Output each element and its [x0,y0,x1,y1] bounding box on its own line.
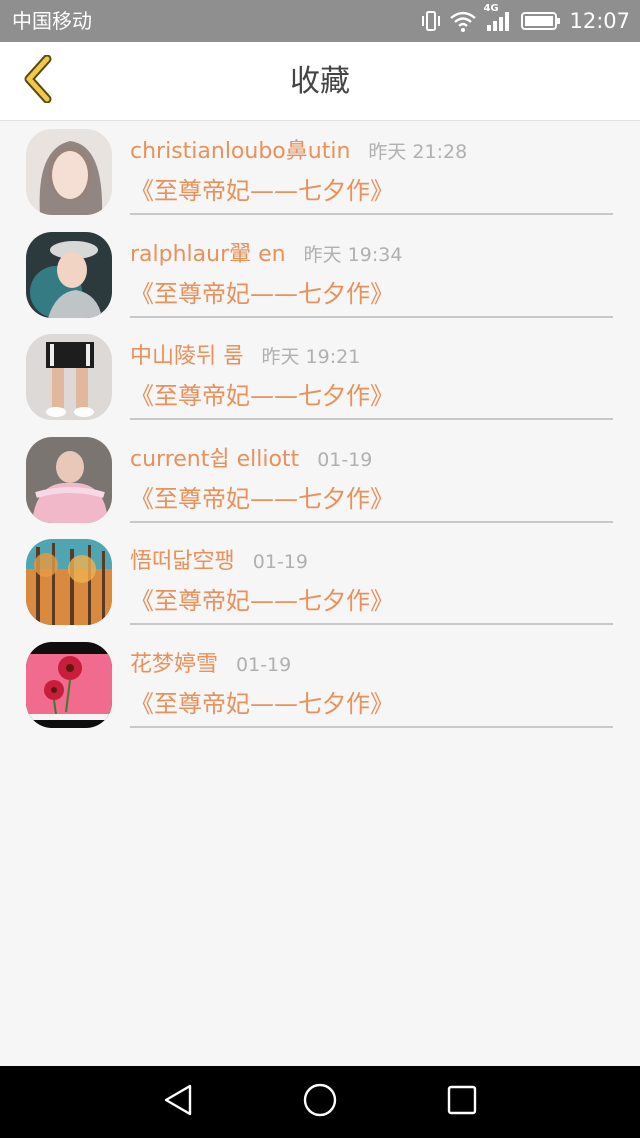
post-title: 《至尊帝妃——七夕作》 [130,587,394,615]
item-content: current쉽 elliott 01-19 《至尊帝妃——七夕作》 [130,429,613,523]
author-name: 悟떠닯空팽 [130,549,235,574]
post-title: 《至尊帝妃——七夕作》 [130,382,394,410]
network-type: 4G [483,3,499,14]
list-item[interactable]: ralphlaur翬 en 昨天 19:34 《至尊帝妃——七夕作》 [0,224,640,327]
vibrate-icon [419,9,443,33]
signal-icon: 4G [483,3,511,33]
item-content: christianloubo鼻utin 昨天 21:28 《至尊帝妃——七夕作》 [130,121,613,215]
author-name: ralphlaur翬 en [130,241,286,267]
item-content: 中山陵뒤 룸 昨天 19:21 《至尊帝妃——七夕作》 [130,326,613,420]
timestamp: 01-19 [317,448,373,471]
nav-recents-button[interactable] [440,1080,484,1124]
author-name: current쉽 elliott [130,446,300,472]
post-title: 《至尊帝妃——七夕作》 [130,484,394,513]
nav-back-icon [162,1083,194,1121]
timestamp: 昨天 19:21 [261,346,361,368]
avatar [26,641,112,728]
avatar [26,539,112,625]
post-title: 《至尊帝妃——七夕作》 [130,279,394,308]
nav-home-button[interactable] [298,1080,342,1124]
list-item[interactable]: 悟떠닯空팽 01-19 《至尊帝妃——七夕作》 [0,531,640,634]
page-title: 收藏 [290,64,350,99]
timestamp: 昨天 21:28 [368,141,468,163]
item-content: 花梦婷雪 01-19 《至尊帝妃——七夕作》 [130,634,613,728]
author-name: 中山陵뒤 룸 [130,344,244,369]
timestamp: 01-19 [252,551,308,573]
list-item[interactable]: christianloubo鼻utin 昨天 21:28 《至尊帝妃——七夕作》 [0,121,640,224]
post-title: 《至尊帝妃——七夕作》 [130,177,394,205]
list-item[interactable]: 中山陵뒤 룸 昨天 19:21 《至尊帝妃——七夕作》 [0,326,640,429]
nav-home-icon [302,1082,338,1122]
carrier-name: 中国移动 [12,9,92,33]
avatar [26,129,112,215]
timestamp: 01-19 [236,653,292,676]
nav-back-button[interactable] [156,1080,200,1124]
avatar [26,231,112,318]
status-time: 12:07 [569,9,630,33]
author-name: christianloubo鼻utin [130,139,351,164]
system-nav-bar [0,1066,640,1138]
post-title: 《至尊帝妃——七夕作》 [130,689,394,718]
favorites-list: christianloubo鼻utin 昨天 21:28 《至尊帝妃——七夕作》 … [0,121,640,736]
author-name: 花梦婷雪 [130,651,219,677]
app-header: 收藏 [0,42,640,121]
battery-icon [521,10,561,32]
item-content: 悟떠닯空팽 01-19 《至尊帝妃——七夕作》 [130,531,613,625]
item-content: ralphlaur翬 en 昨天 19:34 《至尊帝妃——七夕作》 [130,224,613,318]
list-item[interactable]: 花梦婷雪 01-19 《至尊帝妃——七夕作》 [0,634,640,737]
avatar [26,334,112,420]
status-bar: 中国移动 4G 12:07 [0,0,640,42]
list-item[interactable]: current쉽 elliott 01-19 《至尊帝妃——七夕作》 [0,429,640,532]
avatar [26,436,112,523]
nav-recents-icon [446,1084,478,1120]
wifi-icon [449,9,477,33]
status-icons: 4G 12:07 [419,3,630,36]
timestamp: 昨天 19:34 [303,243,403,266]
